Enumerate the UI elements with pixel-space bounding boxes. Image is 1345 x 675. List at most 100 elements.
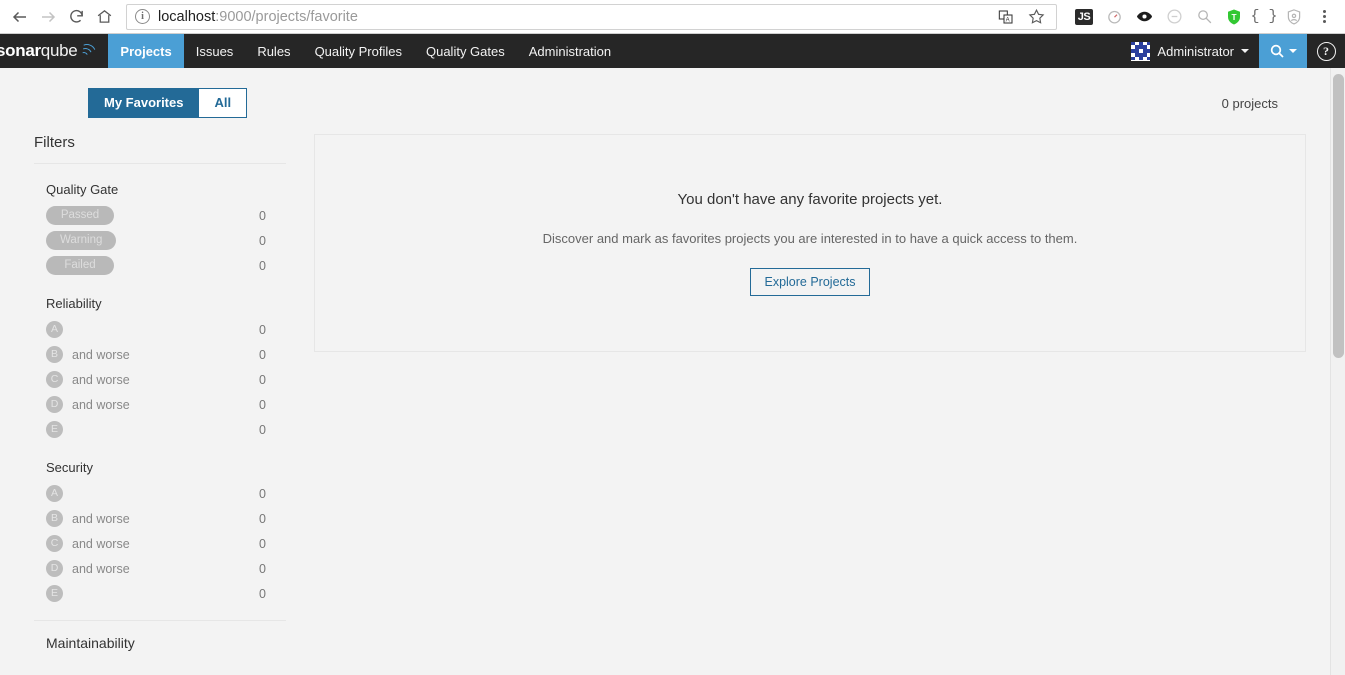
user-name: Administrator [1157,43,1234,59]
nav-item-rules[interactable]: Rules [245,34,302,68]
facet-title-maintainability: Maintainability [46,635,135,651]
facet-row-security-c[interactable]: Cand worse 0 [34,531,286,556]
facet-reliability: Reliability A 0 Band worse 0 Cand worse … [34,278,286,442]
search-button[interactable] [1259,34,1307,68]
shield-grey-extension-icon[interactable] [1279,3,1309,31]
facet-count-reliability-a: 0 [259,322,266,337]
facet-row-failed[interactable]: Failed 0 [34,253,286,278]
shield-green-extension-icon[interactable]: T [1219,3,1249,31]
scrollbar-thumb[interactable] [1333,74,1344,358]
facet-title-reliability: Reliability [46,296,102,311]
sonarqube-navbar: sonar qube Projects Issues Rules Quality … [0,34,1345,68]
chevron-down-icon [1241,49,1249,53]
facet-row-security-e[interactable]: E 0 [34,581,286,606]
rating-badge-d: D [46,396,63,413]
facet-count-warning: 0 [259,233,266,248]
empty-state-subtitle: Discover and mark as favorites projects … [542,230,1078,246]
facet-count-security-c: 0 [259,536,266,551]
search-chevron-down-icon [1289,49,1297,53]
facet-row-passed[interactable]: Passed 0 [34,203,286,228]
facet-count-security-b: 0 [259,511,266,526]
quality-gate-badge-warning: Warning [46,231,117,250]
home-icon[interactable] [90,3,118,31]
forward-arrow-icon [34,3,62,31]
facet-row-security-a[interactable]: A 0 [34,481,286,506]
rating-suffix-c: and worse [72,372,130,387]
main-content: You don't have any favorite projects yet… [286,120,1306,657]
reload-icon[interactable] [62,3,90,31]
help-button[interactable]: ? [1307,34,1345,68]
page-toolbar: My Favorites All 0 projects [0,68,1330,120]
favorites-toggle: My Favorites All [88,88,248,118]
page-inner: My Favorites All 0 projects Filters Qual… [0,68,1330,657]
magnifier-extension-icon[interactable] [1189,3,1219,31]
explore-projects-button[interactable]: Explore Projects [750,267,870,296]
url-path: :9000/projects/favorite [215,8,358,25]
address-bar[interactable]: i localhost:9000/projects/favorite A [126,3,1057,31]
rating-badge-a: A [46,321,63,338]
circle-extension-icon[interactable] [1159,3,1189,31]
js-extension-icon[interactable]: JS [1069,3,1099,31]
facet-row-reliability-b[interactable]: Band worse 0 [34,342,286,367]
nav-item-quality-gates[interactable]: Quality Gates [414,34,517,68]
my-favorites-button[interactable]: My Favorites [88,88,199,118]
logo-text-light: qube [40,41,78,60]
facet-count-security-a: 0 [259,486,266,501]
facet-row-reliability-d[interactable]: Dand worse 0 [34,392,286,417]
facet-count-reliability-b: 0 [259,347,266,362]
rating-badge-d: D [46,560,63,577]
main-menu: Projects Issues Rules Quality Profiles Q… [108,34,623,68]
rating-badge-b: B [46,510,63,527]
user-menu[interactable]: Administrator [1121,34,1259,68]
avatar [1131,41,1151,61]
facet-row-security-d[interactable]: Dand worse 0 [34,556,286,581]
facet-row-reliability-a[interactable]: A 0 [34,317,286,342]
facet-row-warning[interactable]: Warning 0 [34,228,286,253]
page-scrollbar[interactable] [1330,68,1345,675]
chrome-menu-icon[interactable] [1309,3,1339,31]
facet-row-security-b[interactable]: Band worse 0 [34,506,286,531]
facet-count-security-e: 0 [259,586,266,601]
sonarqube-logo[interactable]: sonar qube [0,34,108,68]
back-arrow-icon[interactable] [6,3,34,31]
site-info-icon[interactable]: i [135,9,150,24]
empty-state-panel: You don't have any favorite projects yet… [314,134,1306,352]
facet-security: Security A 0 Band worse 0 Cand worse 0 D… [34,442,286,606]
facet-count-reliability-c: 0 [259,372,266,387]
all-projects-button[interactable]: All [198,88,248,118]
projects-count: 0 projects [1221,95,1278,111]
nav-item-issues[interactable]: Issues [184,34,246,68]
browser-toolbar: i localhost:9000/projects/favorite A JS [0,0,1345,34]
rating-badge-b: B [46,346,63,363]
filters-title: Filters [34,134,75,151]
content-wrap: Filters Quality Gate Passed 0 Warning 0 … [0,120,1330,657]
rating-badge-e: E [46,421,63,438]
star-icon[interactable] [1022,3,1050,31]
rating-suffix-c: and worse [72,536,130,551]
svg-text:T: T [1231,13,1236,22]
eye-extension-icon[interactable] [1129,3,1159,31]
rating-badge-c: C [46,371,63,388]
page-body: My Favorites All 0 projects Filters Qual… [0,68,1345,675]
facet-title-security: Security [46,460,93,475]
facet-row-reliability-c[interactable]: Cand worse 0 [34,367,286,392]
facet-count-passed: 0 [259,208,266,223]
rating-suffix-d: and worse [72,397,130,412]
nav-item-projects[interactable]: Projects [108,34,184,68]
nav-item-quality-profiles[interactable]: Quality Profiles [303,34,414,68]
facet-count-failed: 0 [259,258,266,273]
rating-suffix-d: and worse [72,561,130,576]
facet-count-reliability-d: 0 [259,397,266,412]
timer-extension-icon[interactable] [1099,3,1129,31]
facet-count-reliability-e: 0 [259,422,266,437]
rating-suffix-b: and worse [72,511,130,526]
braces-extension-icon[interactable]: { } [1249,3,1279,31]
extensions-row: JS T {} [1063,3,1339,31]
facet-maintainability: Maintainability [34,606,286,657]
quality-gate-badge-passed: Passed [46,206,114,225]
facet-title-quality-gate: Quality Gate [46,182,119,197]
nav-item-administration[interactable]: Administration [517,34,623,68]
facet-row-reliability-e[interactable]: E 0 [34,417,286,442]
translate-icon[interactable]: A [992,3,1020,31]
logo-text-bold: sonar [0,41,41,60]
